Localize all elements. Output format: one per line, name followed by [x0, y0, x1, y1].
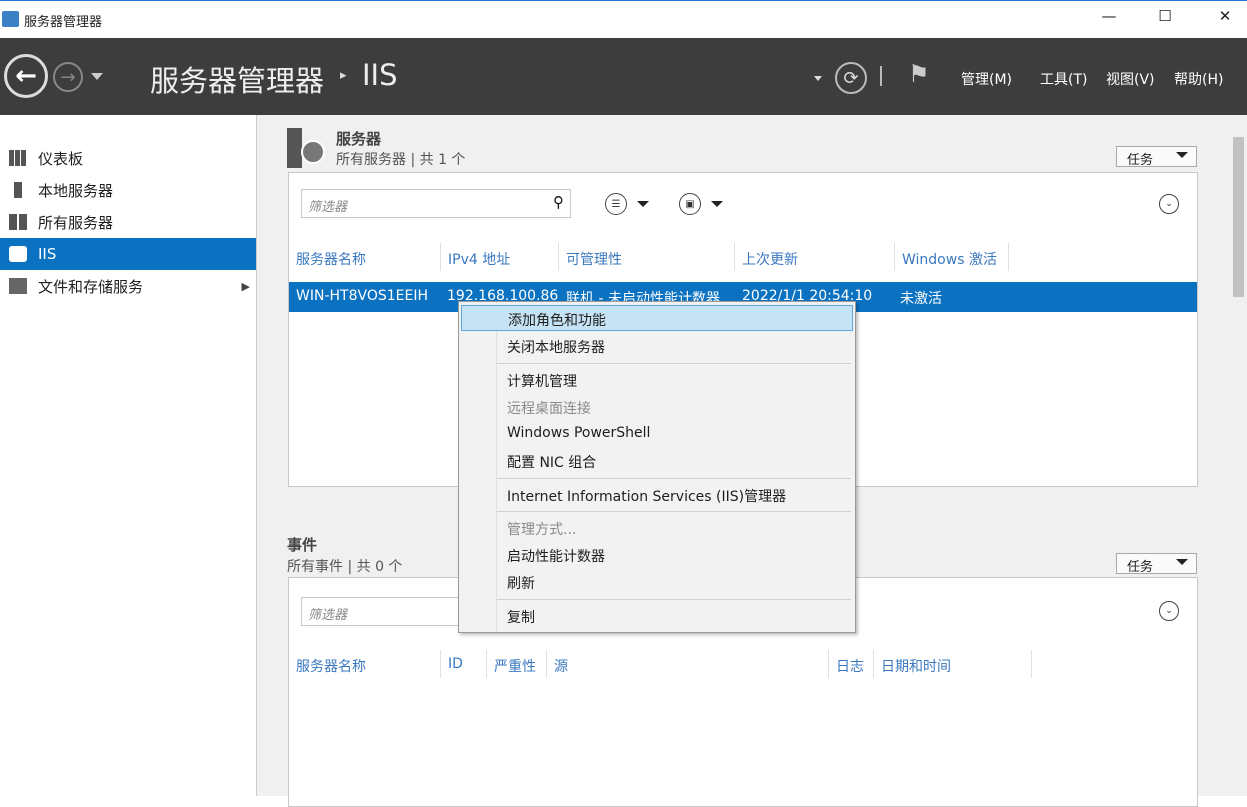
menu-item-computer-management[interactable]: 计算机管理 [461, 367, 853, 393]
menu-item-shutdown-local[interactable]: 关闭本地服务器 [461, 333, 853, 359]
servers-title: 服务器 [336, 128, 381, 149]
server-icon [14, 182, 22, 198]
menu-item-add-roles[interactable]: 添加角色和功能 [461, 305, 853, 331]
servers-filter-input[interactable]: 筛选器⚲ [301, 189, 571, 218]
col-log[interactable]: 日志 [829, 650, 874, 678]
servers-icon [9, 214, 27, 230]
col-ipv4[interactable]: IPv4 地址 [441, 243, 559, 271]
search-icon[interactable]: ⚲ [553, 193, 564, 211]
save-query-icon[interactable]: ▣ [679, 193, 701, 215]
menu-item-iis-manager[interactable]: Internet Information Services (IIS)管理器 [461, 482, 853, 508]
sidebar-item-label: 文件和存储服务 [38, 276, 143, 297]
col-server-name[interactable]: 服务器名称 [289, 243, 441, 271]
title-bar: 服务器管理器 — ☐ ✕ [0, 0, 1247, 38]
iis-icon [9, 246, 27, 262]
dashboard-icon [9, 150, 27, 166]
maximize-button[interactable]: ☐ [1150, 7, 1180, 33]
menu-item-start-perf-counters[interactable]: 启动性能计数器 [461, 542, 853, 568]
servers-subtitle: 所有服务器 | 共 1 个 [336, 149, 465, 169]
servers-tasks-button[interactable]: 任务 [1116, 146, 1197, 167]
minimize-button[interactable]: — [1094, 7, 1124, 33]
sidebar-item-all-servers[interactable]: 所有服务器 [0, 206, 256, 238]
menu-item-remote-desktop: 远程桌面连接 [461, 394, 853, 420]
menu-item-refresh[interactable]: 刷新 [461, 569, 853, 595]
server-tile-icon [287, 128, 302, 168]
servers-column-headers: 服务器名称 IPv4 地址 可管理性 上次更新 Windows 激活 [289, 243, 1197, 272]
events-column-headers: 服务器名称 ID 严重性 源 日志 日期和时间 [289, 650, 1197, 678]
cell-name: WIN-HT8VOS1EEIH [296, 288, 428, 304]
col-manageability[interactable]: 可管理性 [559, 243, 735, 271]
events-title: 事件 [287, 534, 317, 555]
header-bar: ← → 服务器管理器 ▸ IIS ⟳ ⚑ 管理(M) 工具(T) 视图(V) 帮… [0, 38, 1247, 115]
breadcrumb-separator: ▸ [340, 68, 347, 83]
scrollbar-thumb[interactable] [1233, 137, 1244, 297]
menu-tools[interactable]: 工具(T) [1040, 69, 1087, 89]
close-button[interactable]: ✕ [1210, 7, 1240, 33]
vertical-scrollbar[interactable] [1230, 115, 1247, 796]
back-button[interactable]: ← [4, 54, 48, 98]
col-source[interactable]: 源 [547, 650, 829, 678]
col-severity[interactable]: 严重性 [487, 650, 547, 678]
breadcrumb-page: IIS [362, 58, 398, 92]
breadcrumb-app[interactable]: 服务器管理器 [150, 58, 324, 100]
sidebar: 仪表板 本地服务器 所有服务器 IIS 文件和存储服务 ▶ [0, 115, 257, 796]
save-dropdown-icon[interactable] [711, 201, 723, 207]
list-dropdown-icon[interactable] [637, 201, 649, 207]
col-datetime[interactable]: 日期和时间 [874, 650, 1032, 678]
collapse-icon[interactable]: ⌄ [1159, 194, 1179, 214]
col-last-update[interactable]: 上次更新 [735, 243, 895, 271]
sidebar-item-label: 本地服务器 [38, 180, 113, 201]
notifications-flag-icon[interactable]: ⚑ [908, 60, 930, 88]
menu-item-copy[interactable]: 复制 [461, 603, 853, 629]
list-view-icon[interactable]: ☰ [605, 193, 627, 215]
sidebar-item-dashboard[interactable]: 仪表板 [0, 142, 256, 174]
cell-activation: 未激活 [900, 288, 942, 308]
history-dropdown-icon[interactable] [91, 73, 103, 80]
collapse-icon[interactable]: ⌄ [1159, 601, 1179, 621]
sidebar-item-label: 所有服务器 [38, 212, 113, 233]
refresh-dropdown-icon[interactable] [814, 76, 822, 81]
forward-button[interactable]: → [53, 62, 83, 92]
refresh-icon[interactable]: ⟳ [835, 62, 867, 94]
sidebar-item-file-storage[interactable]: 文件和存储服务 ▶ [0, 270, 256, 302]
dropdown-icon [1176, 559, 1188, 565]
menu-item-nic-teaming[interactable]: 配置 NIC 组合 [461, 448, 853, 474]
col-windows-activation[interactable]: Windows 激活 [895, 243, 1009, 271]
globe-icon [301, 140, 325, 164]
sidebar-item-label: 仪表板 [38, 148, 83, 169]
menu-help[interactable]: 帮助(H) [1174, 69, 1223, 89]
events-tasks-button[interactable]: 任务 [1116, 553, 1197, 574]
sidebar-item-label: IIS [38, 245, 56, 263]
context-menu: 添加角色和功能 关闭本地服务器 计算机管理 远程桌面连接 Windows Pow… [458, 301, 856, 633]
tasks-label: 任务 [1127, 560, 1153, 575]
col-id[interactable]: ID [441, 650, 487, 678]
expand-arrow-icon[interactable]: ▶ [242, 280, 250, 293]
col-server-name[interactable]: 服务器名称 [289, 650, 441, 678]
menu-item-powershell[interactable]: Windows PowerShell [461, 421, 853, 447]
sidebar-item-iis[interactable]: IIS [0, 238, 256, 270]
tasks-label: 任务 [1127, 153, 1153, 168]
events-subtitle: 所有事件 | 共 0 个 [287, 556, 402, 576]
app-icon [2, 11, 19, 27]
divider [880, 66, 882, 86]
sidebar-item-local-server[interactable]: 本地服务器 [0, 174, 256, 206]
menu-view[interactable]: 视图(V) [1106, 69, 1155, 89]
storage-icon [9, 278, 27, 294]
menu-item-manage-as: 管理方式... [461, 515, 853, 541]
dropdown-icon [1176, 152, 1188, 158]
menu-manage[interactable]: 管理(M) [961, 69, 1012, 89]
window-title: 服务器管理器 [24, 11, 102, 30]
